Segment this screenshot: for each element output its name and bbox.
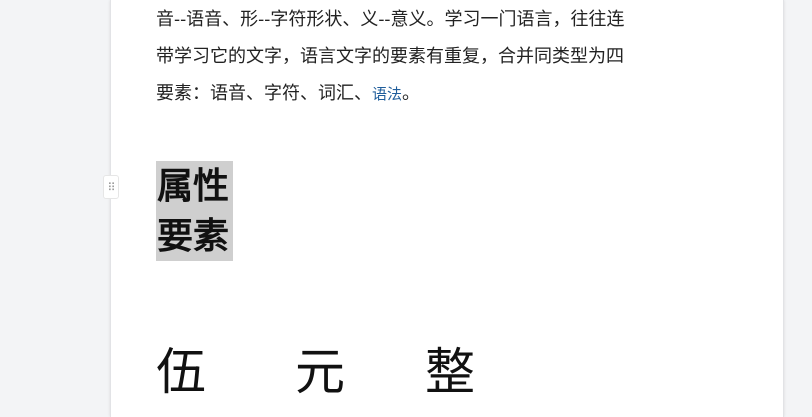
heading-line-1: 属性 [156, 161, 233, 211]
amount-char-3: 整 [425, 343, 475, 401]
body-paragraph: 音--语音、形--字符形状、义--意义。学习一门语言，往往连 带学习它的文字，语… [156, 0, 756, 112]
paragraph-line-3-end: 。 [402, 83, 421, 104]
paragraph-line-3: 要素：语音、字符、词汇、语法。 [156, 75, 756, 112]
amount-char-2: 元 [295, 343, 345, 401]
heading-line-2: 要素 [156, 211, 233, 261]
document-page: 音--语音、形--字符形状、义--意义。学习一门语言，往往连 带学习它的文字，语… [110, 0, 784, 417]
selected-heading[interactable]: 属性 要素 [156, 161, 233, 261]
drag-handle-icon[interactable]: ⠿ [103, 175, 119, 199]
grammar-link[interactable]: 语法 [372, 85, 402, 103]
amount-char-1: 伍 [156, 343, 206, 401]
paragraph-line-2: 带学习它的文字，语言文字的要素有重复，合并同类型为四 [156, 46, 624, 67]
paragraph-line-3-text: 要素：语音、字符、词汇、 [156, 83, 372, 104]
paragraph-line-1: 音--语音、形--字符形状、义--意义。学习一门语言，往往连 [156, 9, 625, 30]
